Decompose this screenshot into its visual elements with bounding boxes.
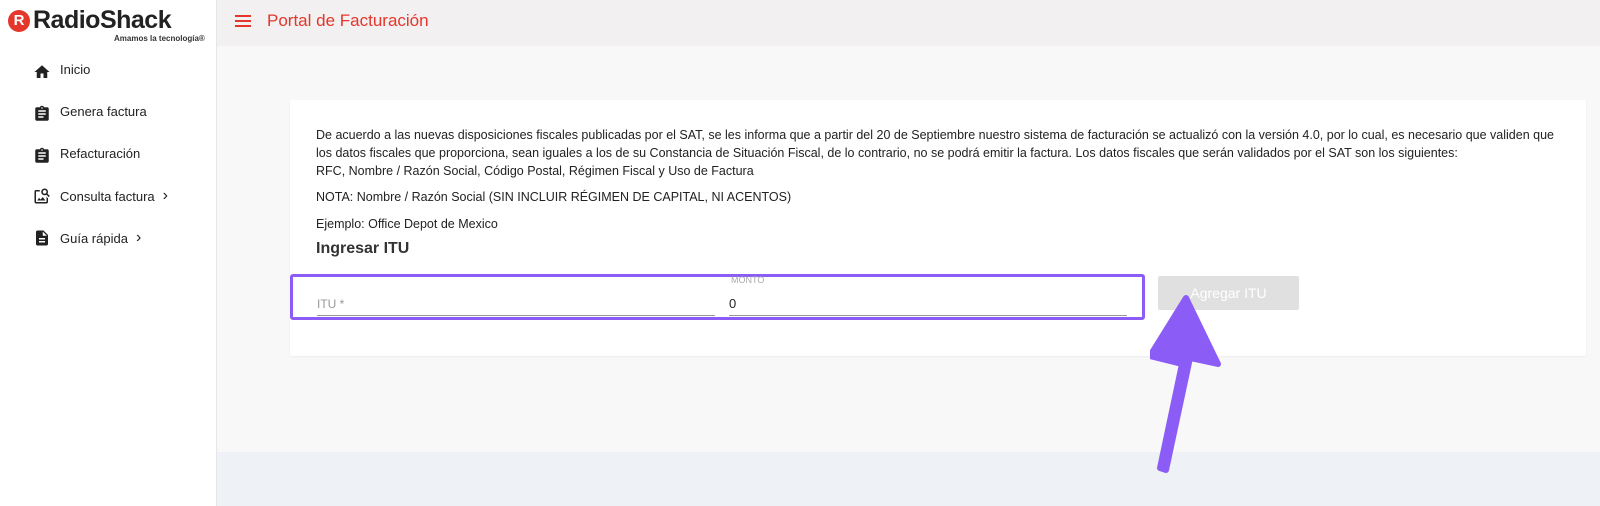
fiscal-notice-text: De acuerdo a las nuevas disposiciones fi…: [316, 128, 1554, 160]
image-search-icon: [32, 186, 52, 206]
main-footer-band: [217, 452, 1600, 506]
sidebar-item-genera-factura[interactable]: Genera factura: [32, 100, 147, 128]
chevron-right-icon: ›: [162, 187, 168, 204]
page-title: Portal de Facturación: [267, 11, 429, 30]
monto-input[interactable]: [729, 292, 1127, 316]
clipboard-icon: [32, 104, 52, 124]
example-text: Ejemplo: Office Depot de Mexico: [316, 217, 498, 231]
sidebar-item-consulta-factura[interactable]: Consulta factura ›: [32, 182, 168, 210]
clipboard-icon: [32, 146, 52, 166]
logo-wordmark: RadioShack: [33, 6, 172, 34]
sidebar-item-label: Guía rápida: [60, 230, 128, 246]
logo-mark: R: [8, 10, 30, 32]
hamburger-menu-icon[interactable]: [235, 12, 257, 32]
sidebar-item-label: Genera factura: [60, 103, 147, 119]
input-highlight-box: MONTO: [290, 274, 1145, 320]
note-text: NOTA: Nombre / Razón Social (SIN INCLUIR…: [316, 190, 792, 204]
sidebar-item-refacturacion[interactable]: Refacturación: [32, 142, 140, 170]
home-icon: [32, 62, 52, 82]
radioshack-logo[interactable]: R RadioShack Amamos la tecnología®: [8, 6, 208, 46]
logo-tagline: Amamos la tecnología®: [114, 34, 205, 43]
top-bar: Portal de Facturación: [217, 0, 1600, 46]
sidebar-item-inicio[interactable]: Inicio: [32, 58, 90, 86]
sidebar-item-guia-rapida[interactable]: Guía rápida ›: [32, 224, 141, 252]
section-title: Ingresar ITU: [316, 240, 410, 257]
document-icon: [32, 228, 52, 248]
sidebar-item-label: Consulta factura: [60, 188, 155, 204]
itu-field: [317, 279, 715, 319]
sidebar-item-label: Inicio: [60, 61, 91, 77]
monto-label: MONTO: [731, 275, 765, 285]
sidebar-item-label: Refacturación: [60, 145, 141, 161]
fiscal-notice: De acuerdo a las nuevas disposiciones fi…: [316, 126, 1566, 180]
monto-field: MONTO: [729, 275, 1127, 319]
chevron-right-icon: ›: [135, 229, 142, 246]
fiscal-fields-list: RFC, Nombre / Razón Social, Código Posta…: [316, 164, 754, 178]
itu-card: De acuerdo a las nuevas disposiciones fi…: [290, 100, 1586, 356]
sidebar: R RadioShack Amamos la tecnología® Inici…: [0, 0, 217, 506]
itu-input[interactable]: [317, 292, 715, 316]
pointer-arrow-icon: [1150, 295, 1221, 473]
